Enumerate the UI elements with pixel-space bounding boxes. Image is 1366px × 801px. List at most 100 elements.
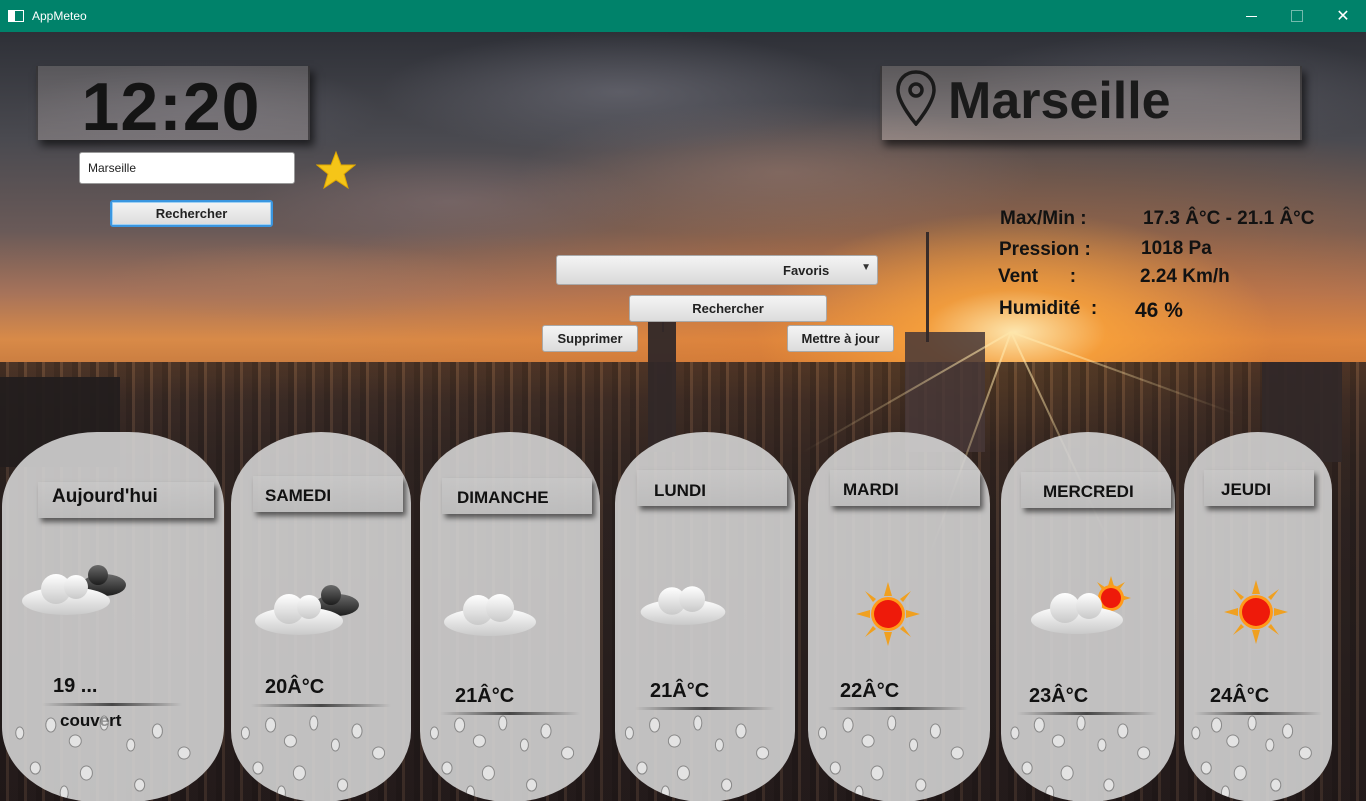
- forecast-temp: 22Â°C: [840, 680, 900, 702]
- rain-drop: [441, 761, 453, 775]
- rain-drop: [337, 778, 349, 792]
- rain-drop: [1117, 723, 1129, 739]
- location-pin-icon: [896, 70, 936, 126]
- forecast-day: DIMANCHE: [457, 488, 549, 507]
- maximize-button[interactable]: [1274, 0, 1320, 32]
- rain-drop: [818, 726, 828, 740]
- city-search-input[interactable]: [79, 152, 295, 184]
- rain-drop: [1137, 746, 1151, 760]
- rain-drop: [829, 761, 841, 775]
- maximize-icon: [1291, 10, 1303, 22]
- rain-drop: [252, 761, 264, 775]
- rain-drop: [292, 765, 306, 781]
- forecast-temp: 19 ...: [53, 675, 98, 697]
- forecast-temp: 23Â°C: [1029, 685, 1089, 707]
- humidity-value: 46 %: [1135, 299, 1183, 322]
- sun-icon: [1224, 580, 1288, 644]
- close-button[interactable]: ✕: [1320, 0, 1366, 32]
- rain-drop: [454, 717, 466, 733]
- clock-time: 12:20: [81, 69, 261, 145]
- forecast-day: MARDI: [843, 480, 899, 499]
- rain-drop: [29, 761, 41, 775]
- rain-drop: [79, 765, 93, 781]
- rain-drop: [676, 765, 690, 781]
- rain-drop: [561, 746, 575, 760]
- minimize-icon: [1245, 15, 1257, 17]
- forecast-card: Aujourd'hui 19 ... couvert: [2, 432, 224, 801]
- sun-icon: [856, 582, 920, 646]
- rain-drop: [1021, 761, 1033, 775]
- rain-drop: [472, 734, 486, 748]
- forecast-temp: 24Â°C: [1210, 685, 1270, 707]
- forecast-card: JEUDI 24Â°C: [1184, 432, 1332, 801]
- rain-drop: [134, 778, 146, 792]
- rain-drop: [667, 734, 681, 748]
- favorites-dropdown[interactable]: Favoris ▼: [556, 255, 878, 285]
- rain-drops-decoration: [818, 715, 964, 801]
- rain-drops-decoration: [429, 715, 575, 801]
- minimize-button[interactable]: [1228, 0, 1274, 32]
- rain-drop: [526, 778, 538, 792]
- rain-drop: [854, 785, 864, 801]
- rain-drop: [240, 726, 250, 740]
- forecast-card: MARDI 22Â°C: [808, 432, 990, 801]
- close-icon: ✕: [1336, 8, 1350, 25]
- max-min-value: 17.3 Â°C - 21.1 Â°C: [1143, 208, 1315, 229]
- rain-drop: [99, 715, 109, 731]
- pressure-label: Pression :: [999, 239, 1091, 260]
- rain-drop: [721, 778, 733, 792]
- rain-drop: [693, 715, 703, 731]
- window-titlebar: AppMeteo ✕: [0, 0, 1366, 32]
- rain-drop: [909, 738, 919, 752]
- search-button[interactable]: Rechercher: [110, 200, 273, 227]
- star-icon[interactable]: [316, 150, 356, 190]
- forecast-day: LUNDI: [654, 481, 706, 500]
- rain-drop: [735, 723, 747, 739]
- forecast-day: Aujourd'hui: [52, 486, 158, 507]
- rain-drop: [1226, 734, 1240, 748]
- rain-drop: [756, 746, 770, 760]
- rain-drop: [351, 723, 363, 739]
- forecast-day: JEUDI: [1221, 480, 1272, 499]
- rain-drops-decoration: [1010, 715, 1151, 801]
- cloud-icon: [444, 594, 536, 636]
- background-tower: [926, 232, 929, 342]
- rain-drop: [861, 734, 875, 748]
- rain-drop: [177, 746, 191, 760]
- rain-drop: [1033, 717, 1045, 733]
- rain-drop: [624, 726, 634, 740]
- rain-drop: [151, 723, 163, 739]
- rain-drop: [465, 785, 475, 801]
- rain-drop: [1060, 765, 1074, 781]
- rain-drop: [1097, 738, 1107, 752]
- forecast-card: MERCREDI 23Â°C: [1001, 432, 1175, 801]
- rain-drop: [1010, 726, 1020, 740]
- rain-drop: [45, 717, 57, 733]
- wind-value: 2.24 Km/h: [1140, 266, 1230, 287]
- background-tower: [648, 322, 676, 452]
- rain-drop: [498, 715, 508, 731]
- rain-drop: [950, 746, 964, 760]
- cloudy-icon: [22, 565, 126, 615]
- rain-drop: [1220, 785, 1230, 801]
- rain-drop: [1247, 715, 1257, 731]
- rain-drop: [309, 715, 319, 731]
- rain-drop: [1298, 746, 1312, 760]
- rain-drop: [1211, 717, 1223, 733]
- forecast-temp: 21Â°C: [650, 680, 710, 702]
- rain-drop: [265, 717, 277, 733]
- city-name: Marseille: [948, 72, 1171, 130]
- favorites-search-button[interactable]: Rechercher: [629, 295, 827, 322]
- rain-drops-decoration: [15, 715, 191, 801]
- rain-drop: [1282, 723, 1294, 739]
- rain-drop: [870, 765, 884, 781]
- rain-drops-decoration: [624, 715, 770, 801]
- window-controls: ✕: [1228, 0, 1366, 32]
- rain-drop: [1191, 726, 1201, 740]
- rain-drop: [887, 715, 897, 731]
- update-favorite-button[interactable]: Mettre à jour: [787, 325, 894, 352]
- rain-drop: [519, 738, 529, 752]
- delete-favorite-button[interactable]: Supprimer: [542, 325, 638, 352]
- favorites-dropdown-label: Favoris: [783, 263, 830, 278]
- partly-sunny-icon: [1031, 576, 1131, 634]
